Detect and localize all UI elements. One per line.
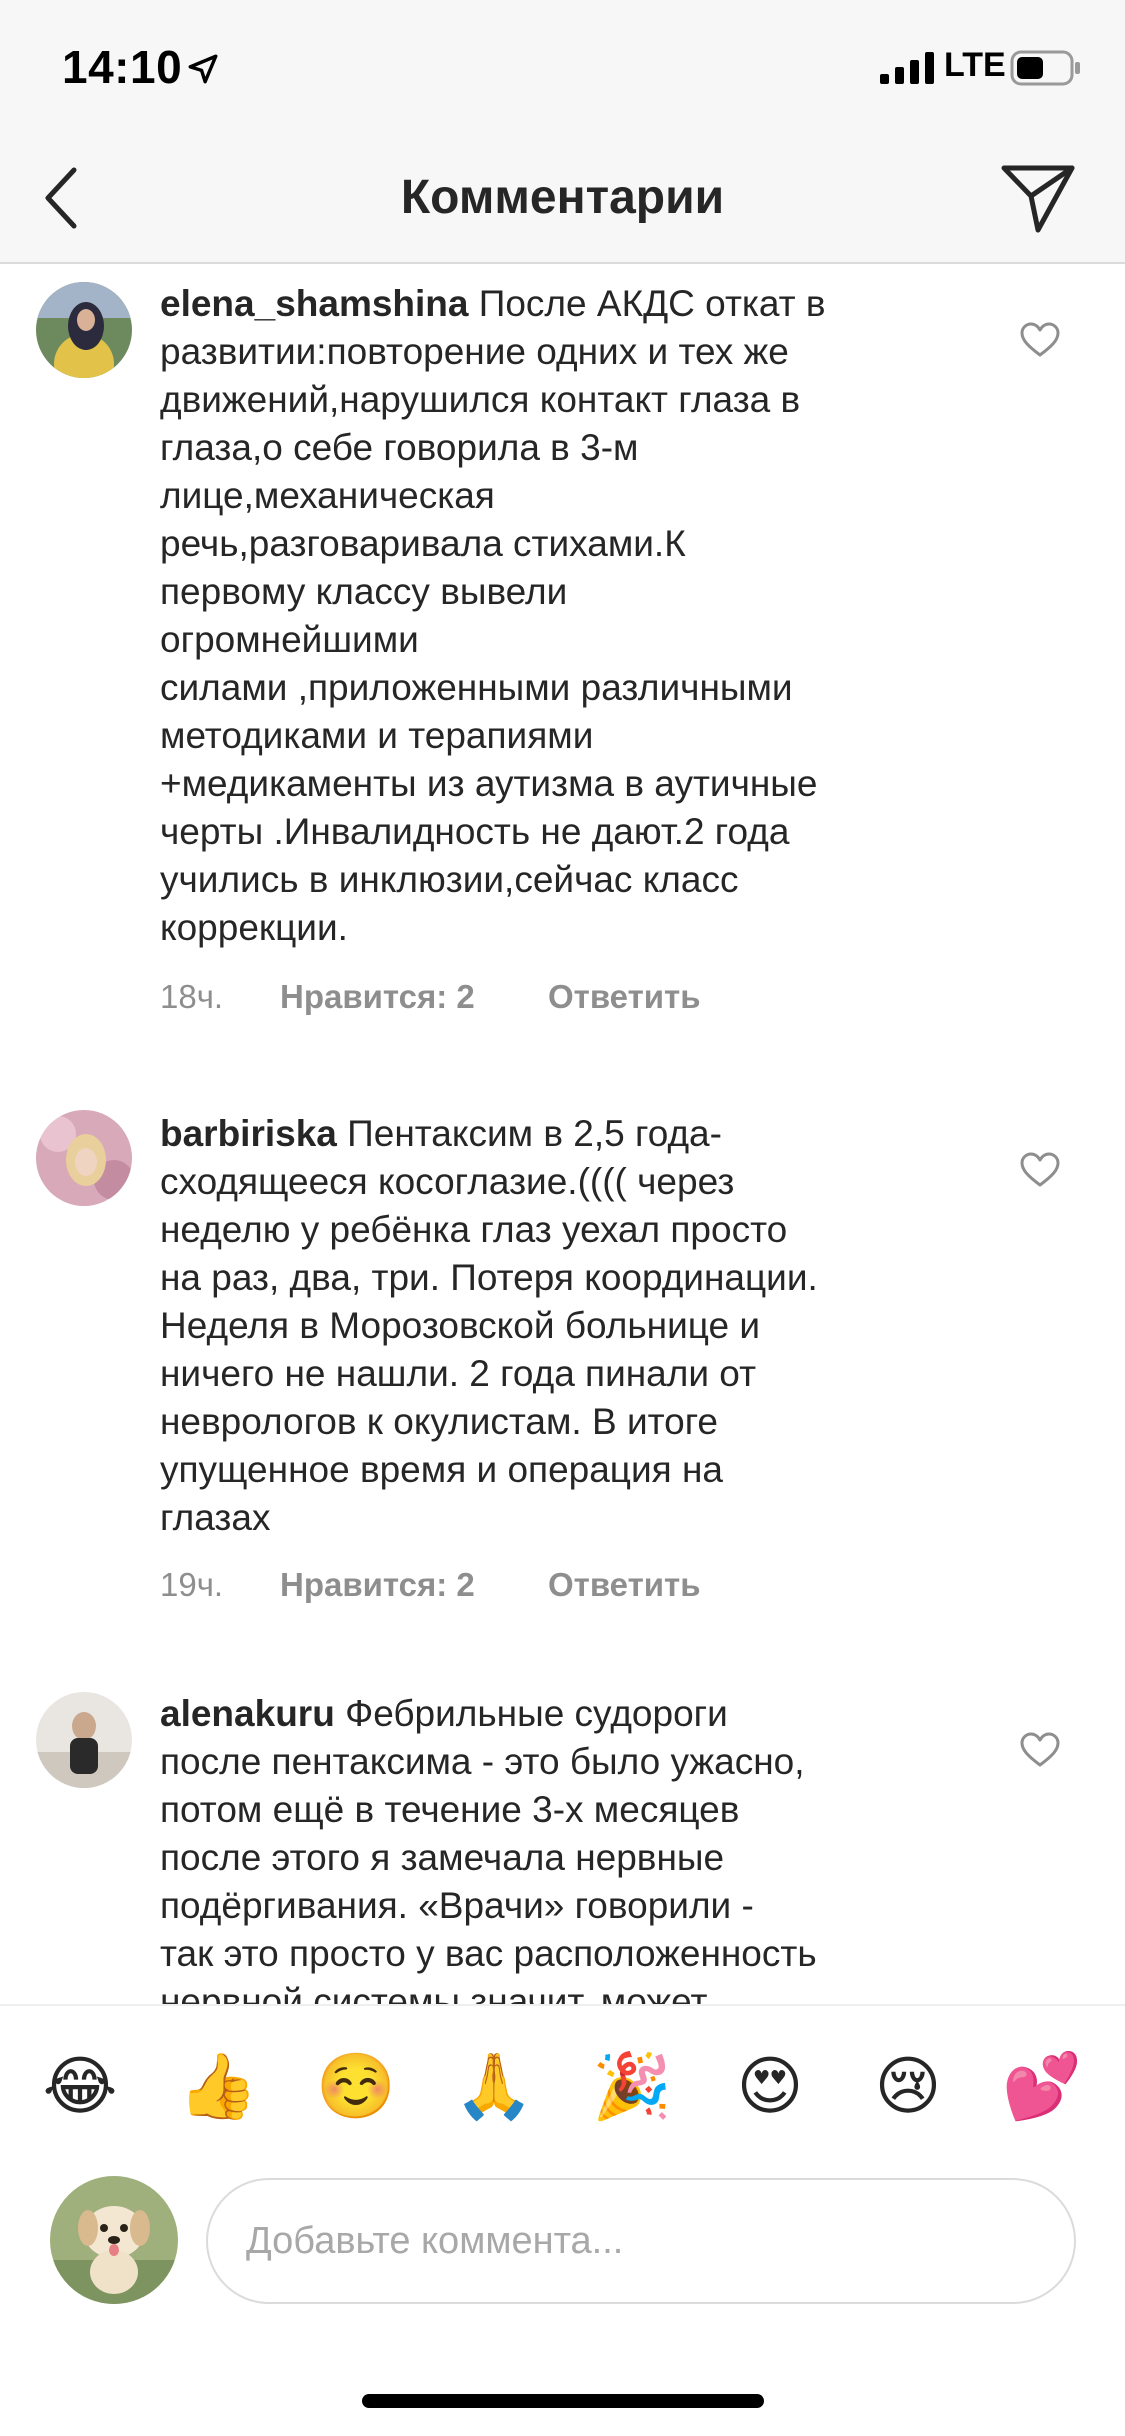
reply-button[interactable]: Ответить — [548, 978, 701, 1016]
comment-likes[interactable]: Нравится: 2 — [280, 1566, 475, 1604]
user-avatar — [50, 2176, 178, 2304]
comment-composer — [0, 2174, 1125, 2436]
emoji-smiling-face[interactable]: ☺️ — [314, 2046, 398, 2126]
emoji-heart-eyes[interactable]: 😍 — [728, 2046, 812, 2126]
heart-icon[interactable] — [1020, 322, 1060, 358]
status-bar: 14:10 LTE — [0, 0, 1125, 130]
emoji-tears-of-joy[interactable]: 😂 — [38, 2046, 122, 2126]
avatar[interactable] — [36, 282, 132, 378]
comment-time: 18ч. — [160, 978, 224, 1015]
emoji-party-popper[interactable]: 🎉 — [590, 2046, 674, 2126]
comment-text: elena_shamshina После АКДС откат в разви… — [160, 283, 826, 948]
page-title: Комментарии — [400, 171, 725, 224]
home-indicator — [362, 2394, 764, 2408]
emoji-folded-hands[interactable]: 🙏 — [452, 2046, 536, 2126]
network-type: LTE — [944, 46, 1006, 84]
comment-time: 19ч. — [160, 1566, 224, 1603]
battery-icon — [1010, 50, 1080, 86]
comment-input[interactable] — [206, 2178, 1076, 2304]
emoji-thumbs-up[interactable]: 👍 — [176, 2046, 260, 2126]
reply-button[interactable]: Ответить — [548, 1566, 701, 1604]
comment-username[interactable]: alenakuru — [160, 1693, 335, 1734]
avatar[interactable] — [36, 1110, 132, 1206]
emoji-crying-face[interactable]: 😢 — [866, 2046, 950, 2126]
heart-icon[interactable] — [1020, 1152, 1060, 1188]
comments-list[interactable]: elena_shamshina После АКДС откат в разви… — [0, 266, 1125, 2004]
nav-bar: Комментарии — [0, 130, 1125, 264]
heart-icon[interactable] — [1020, 1732, 1060, 1768]
status-time: 14:10 — [62, 41, 183, 93]
avatar[interactable] — [36, 1692, 132, 1788]
emoji-bar: 😂 👍 ☺️ 🙏 🎉 😍 😢 💕 — [0, 2004, 1125, 2174]
comment-username[interactable]: barbiriska — [160, 1113, 337, 1154]
comment-text: alenakuru Фебрильные судороги после пент… — [160, 1693, 817, 2004]
comment-username[interactable]: elena_shamshina — [160, 283, 468, 324]
direct-send-icon[interactable] — [998, 160, 1078, 236]
location-arrow-icon — [188, 54, 218, 84]
comments-screen: 14:10 LTE Комментарии elena_shamshina По… — [0, 0, 1125, 2436]
signal-bars-icon — [880, 52, 934, 84]
emoji-two-hearts[interactable]: 💕 — [1000, 2046, 1084, 2126]
comment-text: barbiriska Пентаксим в 2,5 года- сходяще… — [160, 1113, 818, 1538]
comment-likes[interactable]: Нравится: 2 — [280, 978, 475, 1016]
